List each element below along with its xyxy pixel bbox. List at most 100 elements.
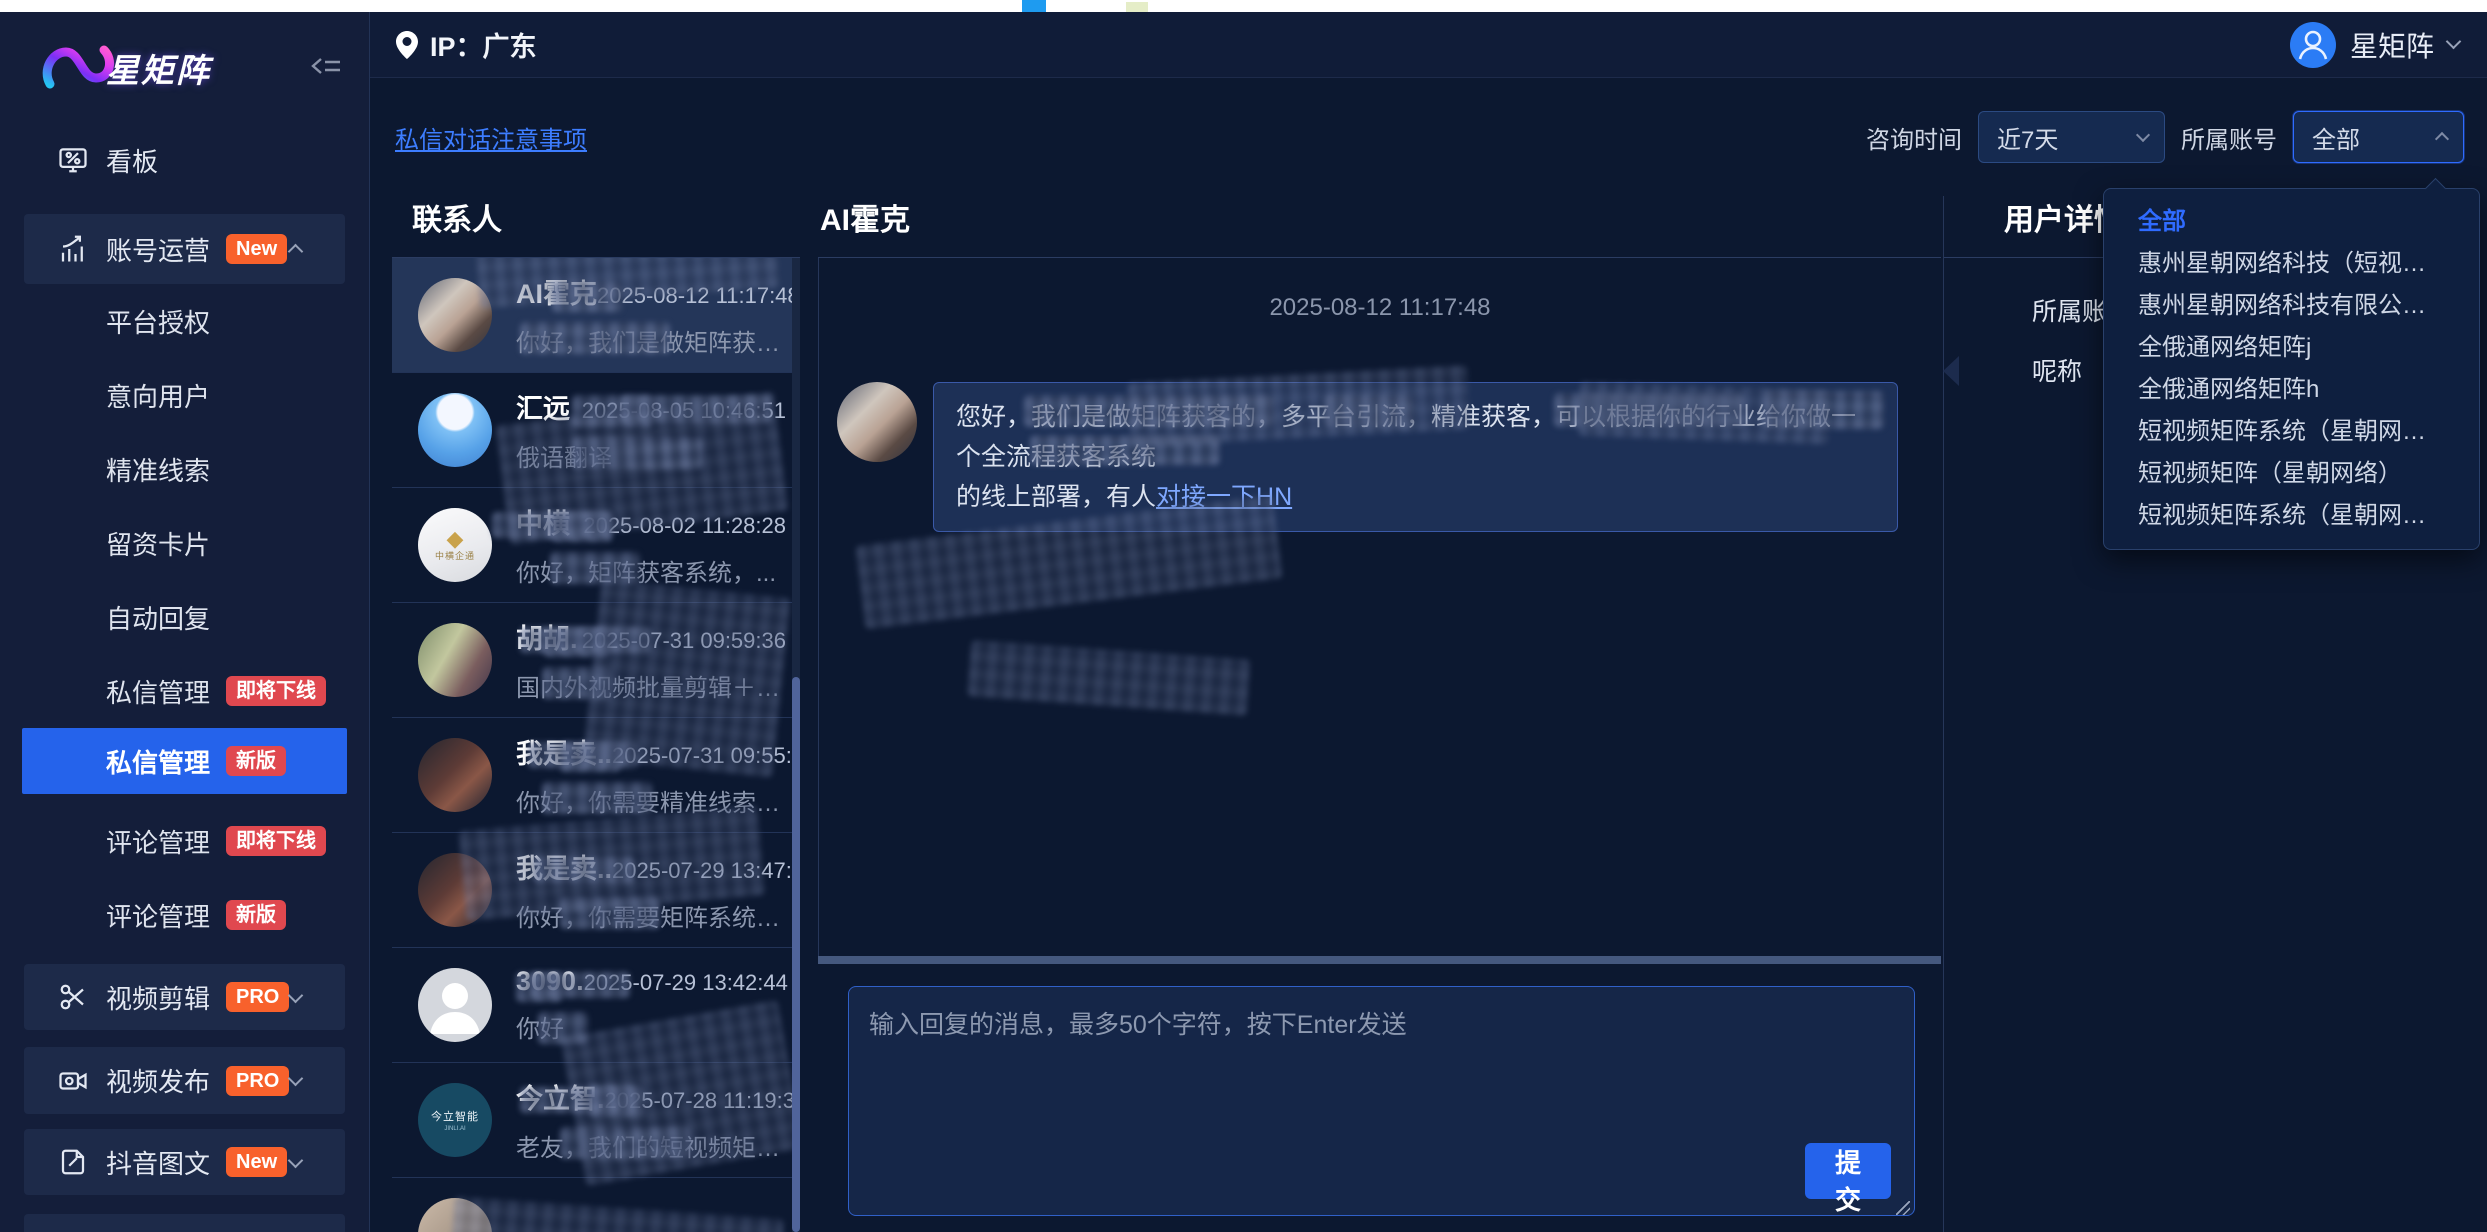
contact-item[interactable]: AI霍克2025-08-12 11:17:48 你好，我们是做矩阵获客的，多..… [392,258,800,373]
notice-link[interactable]: 私信对话注意事项 [395,120,587,155]
message-link[interactable]: 对接一下HN [1156,483,1292,511]
chat-horizontal-scrollbar[interactable] [818,956,1941,964]
contact-item[interactable]: ◆ 中横企通 中横2025-08-02 11:28:28 你好，矩阵获客系统，.… [392,488,800,603]
document-edit-icon [58,1147,88,1177]
browser-tab-accent [1022,0,1046,12]
chevron-down-icon [2136,128,2150,142]
sidebar-item-video-edit[interactable]: 视频剪辑 PRO [24,964,345,1030]
contact-item[interactable]: 我是卖..2025-07-31 09:55:17 你好，你需要精准线索吗? 厂源… [392,718,800,833]
deprecation-badge: 即将下线 [226,826,326,856]
contact-item[interactable]: 3090.2025-07-29 13:42:44 你好 [392,948,800,1063]
contacts-header: 联系人 [392,196,800,258]
main-area: IP：广东 星矩阵 私信对话注意事项 咨询时间 近7天 [370,12,2487,1232]
pro-badge: PRO [226,1066,289,1096]
composer: 提 交 [848,986,1915,1221]
account-select[interactable]: 全部 [2293,111,2464,163]
dropdown-option[interactable]: 全俄通网络矩阵h [2104,369,2479,411]
ip-label: IP：广东 [430,25,537,64]
reply-input[interactable] [848,986,1915,1216]
contact-item[interactable]: 我是卖..2025-07-29 13:47:07 你好，你需要矩阵系统吗? de… [392,833,800,948]
contacts-panel: 联系人 AI霍克2025-08-12 11:17:48 你好，我们是做矩阵获客的… [392,196,800,1232]
dropdown-option[interactable]: 短视频矩阵系统（星朝网络） [2104,411,2479,453]
chat-panel: AI霍克 2025-08-12 11:17:48 您好，我们是做矩阵获客的，多平… [818,196,1941,1232]
filter-row: 私信对话注意事项 咨询时间 近7天 所属账号 全部 [370,78,2487,196]
dropdown-option[interactable]: 全部 [2104,201,2479,243]
sidebar-item-auto-reply[interactable]: 自动回复 [0,580,369,654]
contact-avatar [418,278,492,352]
time-filter-label: 咨询时间 [1866,120,1962,155]
contact-item[interactable]: 汇远2025-08-05 10:46:51 俄语翻译 [392,373,800,488]
video-camera-icon [58,1066,88,1096]
chevron-down-icon [288,1071,304,1087]
message-area: 2025-08-12 11:17:48 您好，我们是做矩阵获客的，多平台引流，精… [818,258,1941,956]
sidebar-item-douyin-graphic[interactable]: 抖音图文 New [24,1129,345,1195]
dropdown-option[interactable]: 惠州星朝网络科技（短视频矩阵） [2104,243,2479,285]
sidebar-item-label: 账号运营 [106,231,210,268]
content: 私信对话注意事项 咨询时间 近7天 所属账号 全部 [370,78,2487,1232]
dropdown-option[interactable]: 短视频矩阵系统（星朝网络科技） [2104,495,2479,537]
new-version-badge: 新版 [226,900,286,930]
contacts-scrollbar[interactable] [792,258,800,1232]
sidebar: 星矩阵 看板 [0,12,370,1232]
dropdown-option[interactable]: 全俄通网络矩阵j [2104,327,2479,369]
chat-header: AI霍克 [818,196,1941,258]
default-avatar-icon [418,968,492,1042]
sidebar-item-precise-leads[interactable]: 精准线索 [0,432,369,506]
dropdown-option[interactable]: 短视频矩阵（星朝网络） [2104,453,2479,495]
sidebar-item-platform-auth[interactable]: 平台授权 [0,284,369,358]
sidebar-item-comments-old[interactable]: 评论管理 即将下线 [0,804,369,878]
browser-strip [0,0,2487,12]
contact-item[interactable] [392,1178,800,1232]
contact-item[interactable]: 今立智能 JINLI.AI 今立智.2025-07-28 11:19:33 老友… [392,1063,800,1178]
new-badge: New [226,1147,287,1177]
scrollbar-thumb[interactable] [792,677,800,1232]
contact-avatar [418,968,492,1042]
sidebar-item-dashboard[interactable]: 看板 [0,130,369,190]
message-text: 的线上部署，有人 [956,483,1156,511]
chevron-down-icon [288,1153,304,1169]
sidebar-item-dm-new-active[interactable]: 私信管理 新版 [22,728,347,794]
contact-avatar [418,1198,492,1232]
resize-handle[interactable] [1896,1201,1910,1215]
sidebar-nav: 看板 账号运营 New 平台授权 意向用户 精准线索 留资卡片 自动回复 私信管… [0,130,369,1232]
sidebar-item-dm-old[interactable]: 私信管理 即将下线 [0,654,369,728]
contact-avatar [418,623,492,697]
sidebar-item-lead-cards[interactable]: 留资卡片 [0,506,369,580]
location-pin-icon [396,31,418,59]
sidebar-collapse-icon[interactable] [309,52,343,80]
submit-button[interactable]: 提 交 [1805,1143,1891,1199]
chevron-up-icon [2435,132,2449,146]
panel-collapse-tab[interactable] [1943,356,1959,386]
message-text: 您好，我们是做矩阵获客的，多平台引流，精准获客，可以根据你的行业给你做一个全流程… [956,403,1856,471]
message-bubble: 您好，我们是做矩阵获客的，多平台引流，精准获客，可以根据你的行业给你做一个全流程… [933,382,1898,532]
app-screen: 星矩阵 看板 [0,0,2487,1232]
contact-avatar: 今立智能 JINLI.AI [418,1083,492,1157]
message-date: 2025-08-12 11:17:48 [819,294,1941,322]
contacts-list: AI霍克2025-08-12 11:17:48 你好，我们是做矩阵获客的，多..… [392,258,800,1232]
user-menu[interactable]: 星矩阵 [2290,22,2459,68]
chevron-up-icon [288,244,304,260]
contact-avatar [418,853,492,927]
logo-text: 星矩阵 [106,44,211,92]
message-row: 您好，我们是做矩阵获客的，多平台引流，精准获客，可以根据你的行业给你做一个全流程… [819,382,1941,532]
account-filter-label: 所属账号 [2181,120,2277,155]
new-badge: New [226,234,287,264]
contact-item[interactable]: 胡胡.2025-07-31 09:59:36 国内外视频批量剪辑＋矩阵... [392,603,800,718]
gold-logo-icon: ◆ [447,529,464,549]
sidebar-item-comments-new[interactable]: 评论管理 新版 [0,878,369,952]
chevron-down-icon [288,988,304,1004]
user-name: 星矩阵 [2350,25,2434,65]
dropdown-option[interactable]: 惠州星朝网络科技有限公司（短视频矩阵） [2104,285,2479,327]
sidebar-item-video-publish[interactable]: 视频发布 PRO [24,1047,345,1114]
new-version-badge: 新版 [226,746,286,776]
dashboard-icon [58,145,88,175]
contact-avatar [418,738,492,812]
user-avatar [2290,22,2336,68]
pro-badge: PRO [226,982,289,1012]
topbar: IP：广东 星矩阵 [370,12,2487,78]
sidebar-item-partial[interactable] [24,1214,345,1232]
deprecation-badge: 即将下线 [226,676,326,706]
sidebar-item-account-ops[interactable]: 账号运营 New [24,214,345,284]
sidebar-item-intent-users[interactable]: 意向用户 [0,358,369,432]
time-select[interactable]: 近7天 [1978,111,2165,163]
